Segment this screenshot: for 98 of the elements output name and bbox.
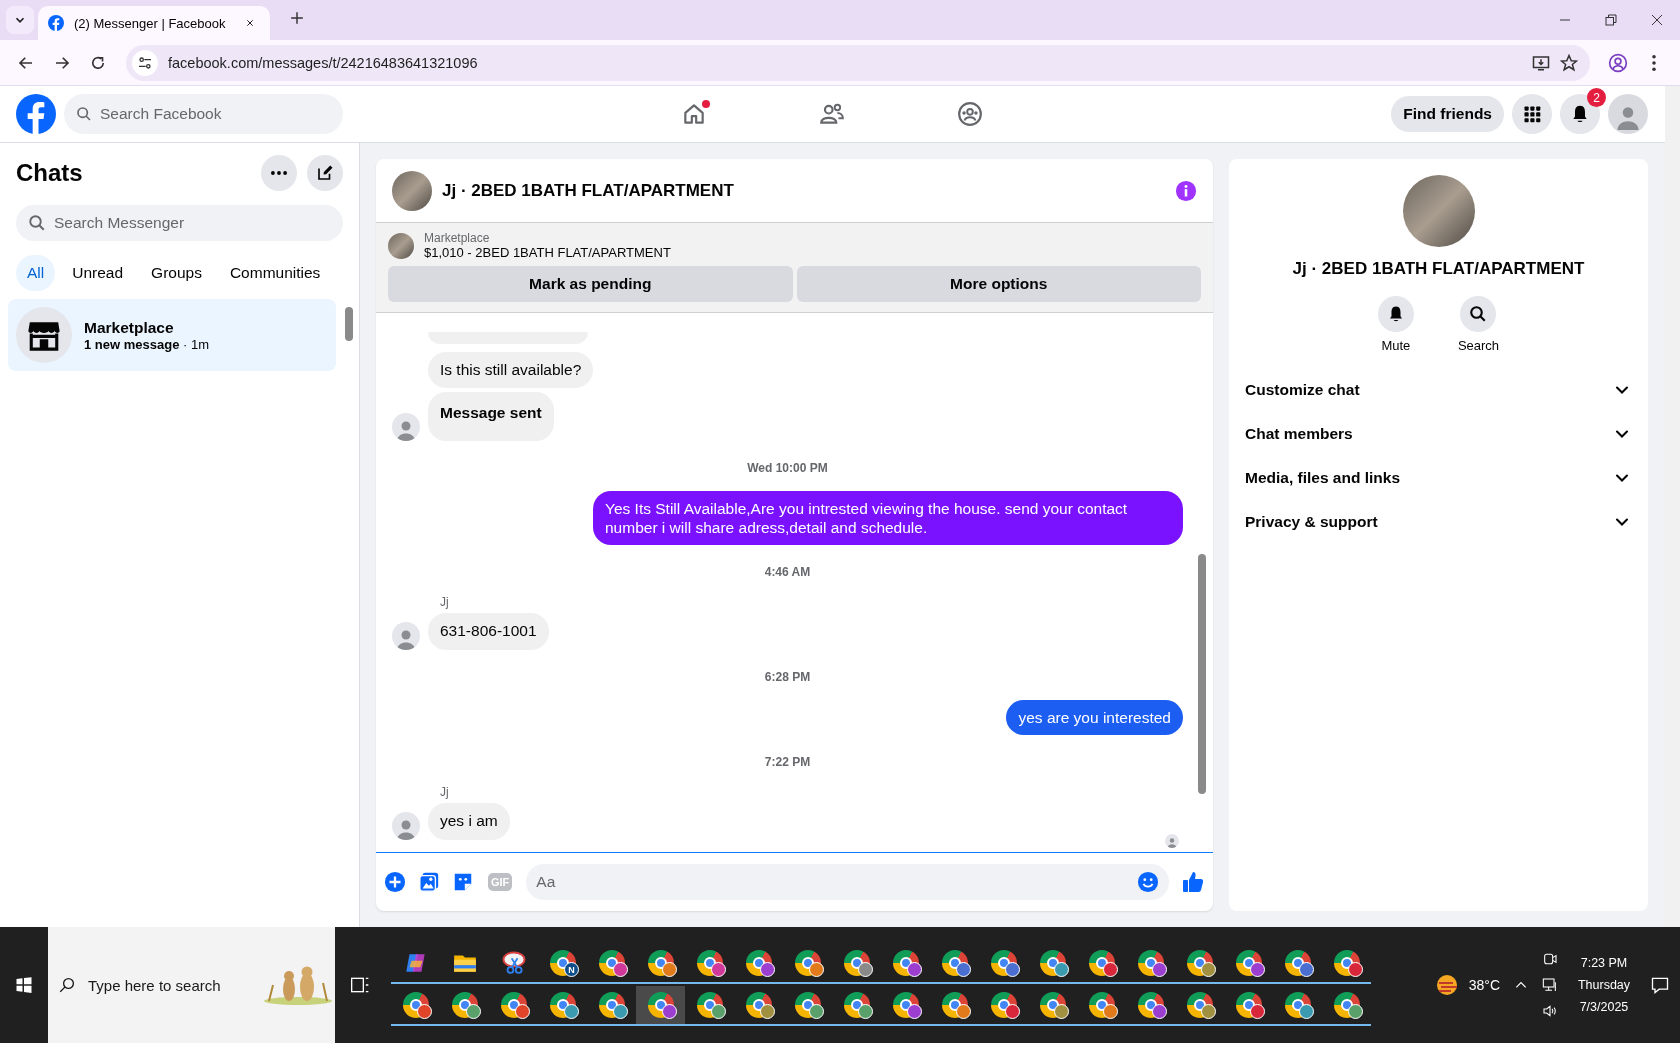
- people-icon: [819, 101, 845, 127]
- sender-name: Jj: [440, 595, 450, 610]
- received-message: 631-806-1001: [428, 613, 549, 651]
- image-icon: [418, 871, 440, 893]
- profile-icon: [1608, 52, 1628, 73]
- star-icon: [1560, 53, 1578, 72]
- restore-icon: [1605, 14, 1617, 26]
- taskbar-search-field[interactable]: Type here to search: [48, 927, 335, 1043]
- taskbar-app-button[interactable]: N: [538, 944, 587, 984]
- notifications-button[interactable]: [1650, 975, 1670, 995]
- timestamp: 7:22 PM: [764, 755, 811, 770]
- filter-tab[interactable]: Communities: [218, 255, 332, 291]
- chats-heading: Chats: [16, 159, 84, 187]
- received-message: yes i am: [428, 803, 510, 840]
- search-field[interactable]: Search Messenger: [16, 205, 343, 241]
- more-icon: [271, 171, 287, 175]
- groups-icon: [957, 101, 983, 127]
- search-icon: [76, 106, 92, 122]
- plus-circle-icon: [384, 871, 406, 893]
- section-toggle[interactable]: Chat members: [1237, 412, 1640, 456]
- chat-bubble-icon: [1650, 975, 1670, 995]
- tab-list-button[interactable]: [6, 6, 34, 34]
- listing-title: $1,010 - 2BED 1BATH FLAT/APARTMENT: [424, 245, 671, 260]
- chat-preview: 1 new message · 1m: [84, 336, 209, 352]
- conversation-title: Jj · 2BED 1BATH FLAT/APARTMENT: [1292, 259, 1585, 279]
- filter-tab[interactable]: All: [16, 255, 56, 291]
- listing-action-button[interactable]: More options: [796, 266, 1201, 302]
- plus-icon: [290, 11, 304, 25]
- notification-badge: 2: [1587, 88, 1606, 107]
- temperature: 38°C: [1468, 977, 1500, 993]
- received-message: Message sent: [428, 392, 554, 441]
- compose-icon: [316, 164, 334, 182]
- chat-action-button[interactable]: Mute: [1371, 295, 1420, 354]
- task-view-icon: [350, 975, 370, 995]
- chat-name: Marketplace: [84, 318, 175, 337]
- close-icon: [1651, 14, 1663, 26]
- sent-message: Yes Its Still Available,Are you intrested viewing the house. send your contact number i will share adress,detail and schedule.: [593, 490, 1183, 546]
- clock-day: Thursday: [1577, 978, 1631, 992]
- section-toggle[interactable]: Customize chat: [1237, 368, 1640, 412]
- chat-item[interactable]: Marketplace 1 new message · 1m: [8, 299, 336, 371]
- emoji-icon: [1137, 871, 1159, 893]
- listing-source: Marketplace: [424, 231, 491, 245]
- weather-icon: [1434, 973, 1459, 997]
- facebook-icon: [48, 15, 64, 31]
- close-icon: [246, 17, 254, 29]
- search-field[interactable]: Search Facebook: [64, 94, 343, 134]
- sticker-button[interactable]: [452, 871, 474, 893]
- sticker-icon: [452, 871, 474, 893]
- like-button[interactable]: [1181, 870, 1205, 894]
- site-settings-icon: [137, 54, 153, 71]
- listing-action-button[interactable]: Mark as pending: [388, 266, 793, 302]
- home-icon: [681, 101, 707, 127]
- photo-placeholder: [388, 232, 414, 259]
- more-actions-button[interactable]: [384, 871, 406, 893]
- sender-name: Jj: [440, 785, 450, 800]
- profile-badge: N: [564, 962, 579, 977]
- section-toggle[interactable]: Media, files and links: [1237, 456, 1640, 500]
- install-icon: [1532, 53, 1550, 72]
- search-icon: [28, 214, 46, 232]
- sent-message: yes are you interested: [1006, 700, 1183, 736]
- taskbar-app-button[interactable]: [636, 986, 685, 1026]
- message-input[interactable]: Aa: [526, 864, 1169, 900]
- timestamp: Wed 10:00 PM: [747, 460, 828, 475]
- new-message-button[interactable]: [307, 155, 343, 191]
- speaker-icon: [1542, 1003, 1558, 1019]
- facebook-logo-icon: [16, 94, 56, 134]
- camera-icon: [1542, 951, 1558, 967]
- timestamp: 6:28 PM: [764, 670, 811, 685]
- grid-menu-icon: [1522, 104, 1542, 124]
- filter-tab[interactable]: Groups: [140, 255, 213, 291]
- tab-title: (2) Messenger | Facebook: [74, 15, 227, 31]
- more-vertical-icon: [1652, 54, 1656, 71]
- network-icon: [1542, 977, 1558, 993]
- received-message: Is this still available?: [428, 351, 594, 389]
- search-icon: [58, 976, 76, 994]
- browser-tab[interactable]: (2) Messenger | Facebook: [38, 6, 270, 40]
- menu-button[interactable]: [1512, 94, 1552, 134]
- section-toggle[interactable]: Privacy & support: [1237, 500, 1640, 544]
- info-button[interactable]: [1175, 179, 1197, 202]
- search-icon: [1469, 305, 1488, 323]
- scrollbar[interactable]: [1665, 86, 1680, 927]
- thumbs-up-icon: [1181, 870, 1205, 894]
- filter-tab[interactable]: Unread: [61, 255, 135, 291]
- windows-icon: [15, 976, 33, 994]
- clock-date: 7/3/2025: [1579, 1000, 1629, 1014]
- chat-title: Jj · 2BED 1BATH FLAT/APARTMENT: [442, 180, 735, 201]
- address-bar[interactable]: facebook.com/messages/t/24216483641321096: [126, 44, 1590, 81]
- browser-icon: [549, 950, 576, 976]
- info-icon: [1175, 179, 1197, 202]
- timestamp: 4:46 AM: [764, 565, 811, 580]
- options-button[interactable]: [261, 155, 297, 191]
- notifications-button[interactable]: [1560, 94, 1600, 134]
- find-friends-button[interactable]: Find friends: [1391, 96, 1504, 132]
- photo-button[interactable]: [418, 871, 440, 893]
- photo-placeholder: [392, 170, 432, 211]
- chat-action-button[interactable]: Search: [1451, 295, 1506, 354]
- clock-time: 7:23 PM: [1580, 956, 1628, 970]
- account-avatar[interactable]: [1608, 94, 1648, 134]
